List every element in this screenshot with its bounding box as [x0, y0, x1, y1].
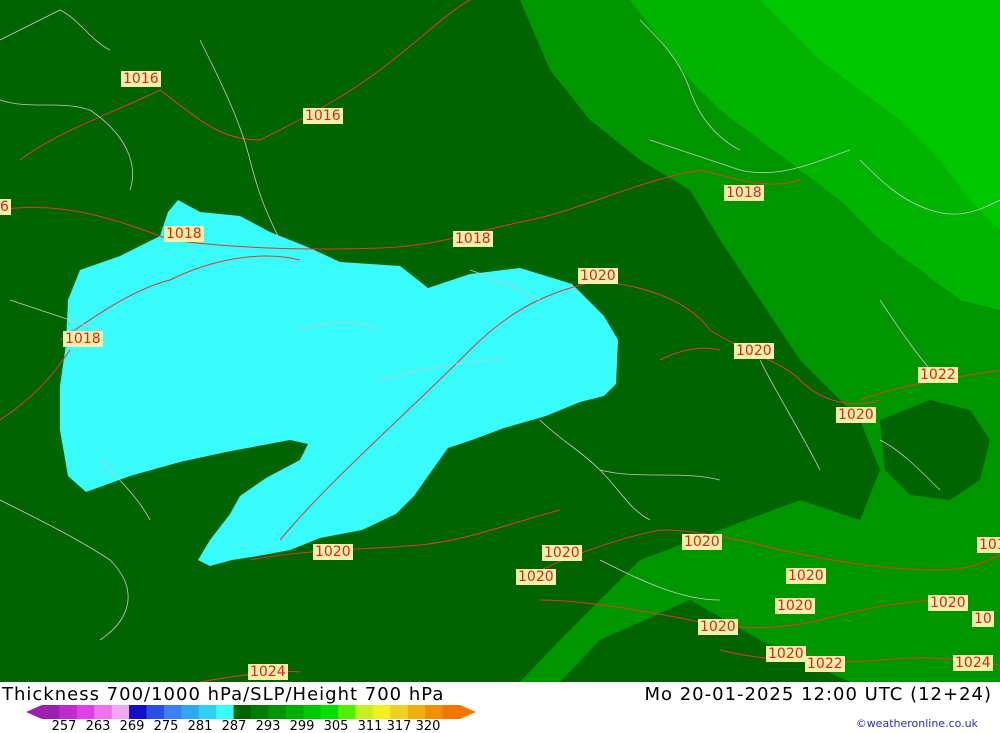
- map-datetime: Mo 20-01-2025 12:00 UTC (12+24): [644, 684, 992, 705]
- colorbar-segment: [129, 705, 147, 719]
- isobar-label: 1020: [698, 619, 738, 635]
- colorbar-segment: [442, 705, 461, 719]
- colorbar-tick-label: 305: [323, 719, 349, 733]
- colorbar-segment: [94, 705, 113, 719]
- isobar-label: 1022: [918, 367, 958, 383]
- colorbar-tick-label: 269: [119, 719, 145, 733]
- colorbar-segment: [285, 705, 304, 719]
- colorbar-segment: [198, 705, 217, 719]
- map-title: Thickness 700/1000 hPa/SLP/Height 700 hP…: [2, 684, 445, 705]
- colorbar-segment: [390, 705, 409, 719]
- isobar-label: 1024: [953, 655, 993, 671]
- isobar-label: 1020: [734, 343, 774, 359]
- isobar-label: 1016: [121, 71, 161, 87]
- colorbar-segment: [251, 705, 269, 719]
- colorbar-segment: [111, 705, 130, 719]
- colorbar-segment: [233, 705, 252, 719]
- map-footer: Thickness 700/1000 hPa/SLP/Height 700 hP…: [0, 682, 1000, 733]
- colorbar-segment: [181, 705, 200, 719]
- isobar-label: 1020: [682, 534, 722, 550]
- isobar-label: 1022: [805, 656, 845, 672]
- isobar-label: 1020: [928, 595, 968, 611]
- colorbar-segment: [42, 705, 60, 719]
- isobar-label: 1020: [313, 544, 353, 560]
- colorbar-tick-label: 275: [153, 719, 179, 733]
- isobar-label: 1024: [248, 664, 288, 680]
- isobar-label: 1018: [724, 185, 764, 201]
- colorbar-tick-label: 320: [415, 719, 441, 733]
- isobar-label: 1018: [453, 231, 493, 247]
- colorbar-segment: [163, 705, 182, 719]
- colorbar-segment: [320, 705, 339, 719]
- isobar-label: 1020: [836, 407, 876, 423]
- colorbar-segment: [216, 705, 235, 719]
- colorbar-tick-label: 281: [187, 719, 213, 733]
- isobar-label: 1020: [786, 568, 826, 584]
- colorbar-tick-label: 257: [51, 719, 77, 733]
- isobar-label: 1020: [578, 268, 618, 284]
- isobar-label: 1018: [164, 226, 204, 242]
- isobar-label: 1018: [977, 537, 1000, 553]
- colorbar-tick-label: 263: [85, 719, 111, 733]
- colorbar-tick-label: 311: [357, 719, 383, 733]
- isobar-label: 1016: [303, 108, 343, 124]
- weather-map-page: 1016 1016 6 1018 1018 1018 1018 1020 1020 1022 102…: [0, 0, 1000, 733]
- isobar-label: 1020: [775, 598, 815, 614]
- isobar-label: 6: [0, 199, 11, 215]
- isobar-label: 1020: [516, 569, 556, 585]
- colorbar-segment: [338, 705, 356, 719]
- color-scale-bar: [26, 705, 476, 719]
- colorbar-segment: [407, 705, 426, 719]
- colorbar-segment: [372, 705, 391, 719]
- colorbar-segment: [268, 705, 287, 719]
- colorbar-segment: [76, 705, 95, 719]
- credit-link[interactable]: ©weatheronline.co.uk: [856, 717, 978, 730]
- colorbar-segment: [146, 705, 165, 719]
- colorbar-tick-label: 299: [289, 719, 315, 733]
- isobar-label: 10: [972, 611, 994, 627]
- colorbar-segment: [59, 705, 78, 719]
- isobar-label: 1018: [63, 331, 103, 347]
- colorbar-segment: [425, 705, 444, 719]
- colorbar-tick-label: 287: [221, 719, 247, 733]
- colorbar-segment: [303, 705, 322, 719]
- isobar-label: 1020: [542, 545, 582, 561]
- colorbar-tick-label: 293: [255, 719, 281, 733]
- colorbar-right-arrow: [460, 705, 476, 719]
- isobar-label: 1020: [766, 646, 806, 662]
- colorbar-segment: [355, 705, 374, 719]
- thickness-map: [0, 0, 1000, 682]
- colorbar-tick-label: 317: [386, 719, 412, 733]
- colorbar-left-arrow: [26, 705, 42, 719]
